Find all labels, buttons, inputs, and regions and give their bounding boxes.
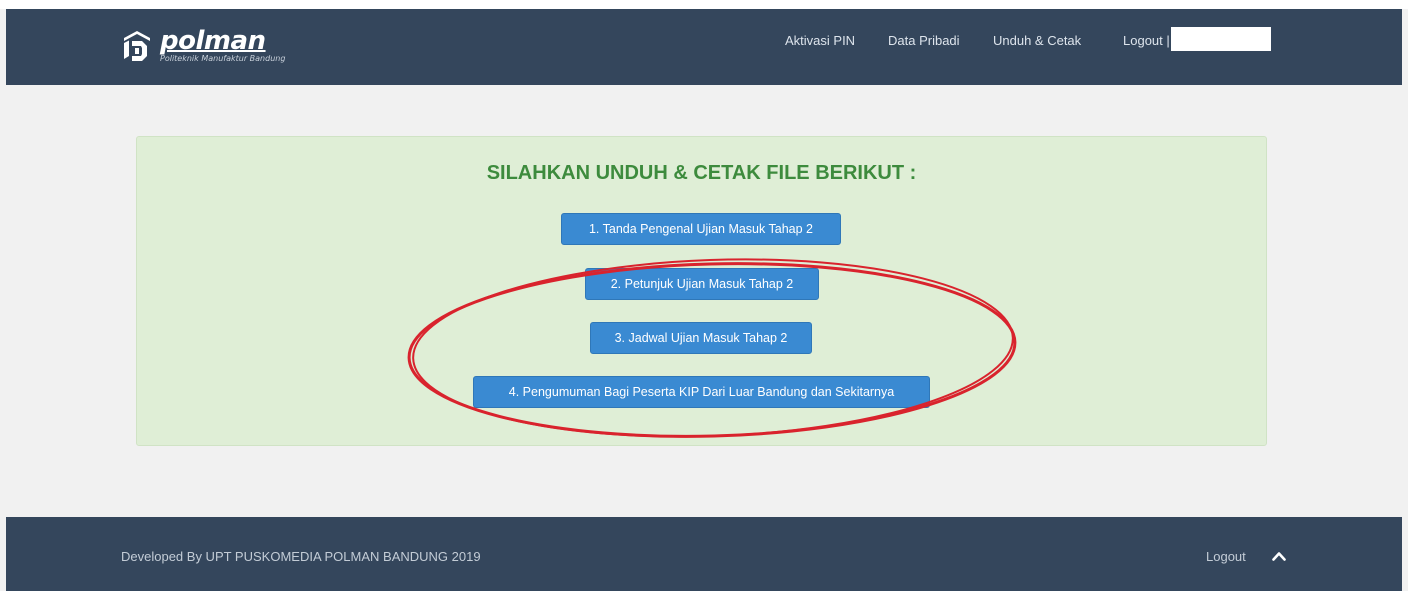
footer: Developed By UPT PUSKOMEDIA POLMAN BANDU… <box>6 517 1402 591</box>
nav-aktivasi-pin[interactable]: Aktivasi PIN <box>785 33 855 48</box>
main-content: SILAHKAN UNDUH & CETAK FILE BERIKUT : 1.… <box>6 85 1402 517</box>
download-button-pengumuman-kip[interactable]: 4. Pengumuman Bagi Peserta KIP Dari Luar… <box>473 376 930 408</box>
chevron-up-icon[interactable] <box>1272 550 1286 562</box>
nav-logout[interactable]: Logout | <box>1123 33 1170 48</box>
user-name-box <box>1171 27 1271 51</box>
footer-logout-link[interactable]: Logout <box>1206 549 1246 564</box>
panel-title: SILAHKAN UNDUH & CETAK FILE BERIKUT : <box>486 162 917 184</box>
top-strip <box>0 0 1408 9</box>
download-button-petunjuk[interactable]: 2. Petunjuk Ujian Masuk Tahap 2 <box>585 268 819 300</box>
navbar: polman Politeknik Manufaktur Bandung Akt… <box>6 9 1402 85</box>
nav-unduh-cetak[interactable]: Unduh & Cetak <box>993 33 1081 48</box>
nav-data-pribadi[interactable]: Data Pribadi <box>888 33 960 48</box>
download-button-jadwal[interactable]: 3. Jadwal Ujian Masuk Tahap 2 <box>590 322 812 354</box>
download-button-tanda-pengenal[interactable]: 1. Tanda Pengenal Ujian Masuk Tahap 2 <box>561 213 841 245</box>
download-panel: SILAHKAN UNDUH & CETAK FILE BERIKUT : 1.… <box>136 136 1267 446</box>
top-nav: Aktivasi PIN Data Pribadi Unduh & Cetak … <box>6 9 1402 85</box>
footer-developed-by: Developed By UPT PUSKOMEDIA POLMAN BANDU… <box>121 549 481 564</box>
